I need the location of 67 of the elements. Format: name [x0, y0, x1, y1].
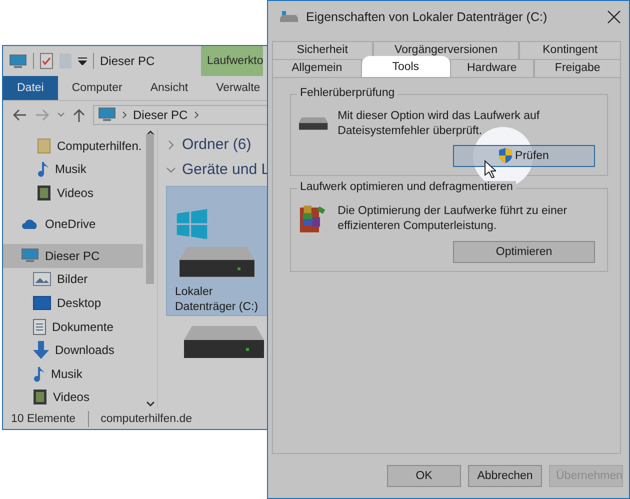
drive-icon — [280, 10, 298, 23]
scroll-up-icon[interactable] — [146, 130, 154, 136]
status-text: computerhilfen.de — [100, 413, 192, 425]
context-tab[interactable]: Laufwerkto — [201, 46, 263, 76]
cloud-icon — [21, 218, 39, 230]
nav-item[interactable]: Downloads — [3, 338, 143, 362]
hard-drive-icon — [299, 116, 328, 131]
tab[interactable]: Kontingent — [519, 40, 621, 59]
group-title: Laufwerk optimieren und defragmentieren — [297, 180, 516, 193]
dialog-button[interactable]: Abbrechen — [468, 465, 542, 488]
tab[interactable]: Vorgängerversionen — [372, 40, 520, 59]
nav-item[interactable]: OneDrive — [3, 212, 143, 236]
section-header[interactable]: Ordner (6) — [166, 136, 301, 153]
download-arrow-icon — [33, 341, 49, 360]
nav-item[interactable]: Videos — [3, 181, 143, 205]
nav-item[interactable]: Musik — [3, 158, 143, 182]
shield-icon — [499, 148, 512, 164]
dropdown-icon[interactable] — [78, 57, 87, 65]
dialog-button[interactable]: OK — [387, 465, 461, 488]
hard-drive-icon — [184, 324, 264, 360]
defragment-icon — [299, 202, 328, 235]
nav-item[interactable]: Dokumente — [3, 314, 143, 338]
ribbon-tab[interactable]: Ansicht — [136, 76, 202, 100]
mouse-cursor-icon — [484, 160, 496, 178]
group-title: Fehlerüberprüfung — [297, 86, 398, 99]
ribbon-tab[interactable]: Datei — [3, 76, 58, 100]
computer-icon — [9, 54, 27, 68]
windows-logo-icon — [175, 209, 209, 240]
computer-icon — [21, 248, 39, 264]
nav-item[interactable]: Videos — [3, 386, 143, 410]
music-note-icon — [37, 161, 49, 178]
nav-item[interactable]: Computerhilfen. — [3, 134, 143, 158]
tab[interactable]: Hardware — [450, 58, 534, 77]
status-text: 10 Elemente — [11, 413, 76, 425]
desktop-icon — [33, 296, 51, 310]
ribbon-tab[interactable]: Computer — [58, 76, 136, 100]
nav-item[interactable]: Dieser PC — [3, 244, 143, 268]
description-text: Die Optimierung der Laufwerke führt zu einer effizienteren Computerleistung. — [338, 204, 568, 234]
dialog-title: Eigenschaften von Lokaler Datenträger (C:) — [306, 10, 548, 24]
chevron-right-icon — [122, 110, 127, 118]
nav-item[interactable]: Bilder — [3, 268, 143, 292]
film-icon — [37, 184, 51, 201]
tab[interactable]: Freigabe — [534, 58, 621, 77]
description-text: Mit dieser Option wird das Laufwerk auf Dateisystemfehler überprüft. — [338, 108, 541, 139]
checklist-icon — [40, 53, 53, 69]
close-button[interactable] — [607, 10, 621, 24]
action-button[interactable]: Optimieren — [453, 240, 595, 263]
up-arrow-icon[interactable] — [73, 108, 85, 122]
picture-icon — [33, 272, 51, 286]
document-icon — [33, 318, 46, 335]
nav-item[interactable]: Desktop — [3, 291, 143, 315]
scrollbar[interactable] — [143, 128, 157, 409]
tab[interactable]: Allgemein — [272, 58, 362, 77]
chevron-right-icon — [194, 110, 199, 118]
tab[interactable]: Sicherheit — [272, 40, 373, 59]
film-icon — [33, 389, 47, 406]
tab[interactable]: Tools — [362, 56, 450, 77]
chevron-down-icon[interactable] — [57, 112, 65, 118]
computer-icon — [98, 107, 116, 122]
scroll-down-icon[interactable] — [146, 401, 154, 407]
nav-item[interactable]: Musik — [3, 362, 143, 386]
chevron-down-icon — [166, 164, 176, 174]
chevron-right-icon — [166, 140, 176, 150]
back-arrow-icon[interactable] — [13, 108, 27, 120]
window-title: Dieser PC — [100, 54, 155, 68]
music-note-icon — [33, 366, 45, 382]
folder-icon — [37, 138, 51, 154]
